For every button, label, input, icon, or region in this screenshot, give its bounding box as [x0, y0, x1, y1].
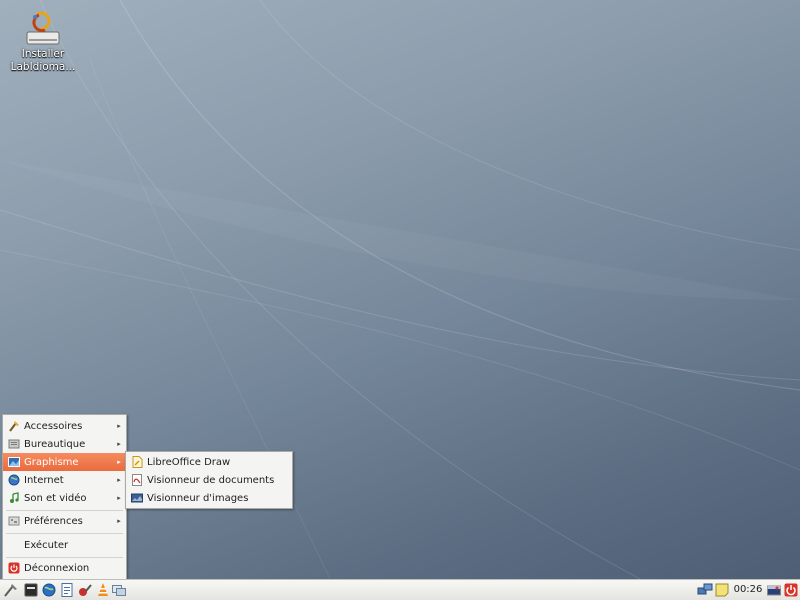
installer-icon [23, 8, 63, 48]
notes-icon[interactable] [714, 582, 730, 598]
office-icon [8, 438, 20, 450]
menu-icon[interactable] [3, 582, 19, 598]
menu-item-label: Accessoires [24, 420, 83, 432]
text-editor-icon[interactable] [59, 582, 75, 598]
network-icon[interactable] [697, 582, 713, 598]
browser-globe-icon[interactable] [41, 582, 57, 598]
application-menu: Accessoires ▸ Bureautique ▸ Graphisme ▸ … [2, 414, 127, 580]
clock[interactable]: 00:26 [731, 583, 765, 597]
internet-globe-icon [8, 474, 20, 486]
submenu-arrow-icon: ▸ [117, 458, 121, 466]
document-viewer-icon [131, 474, 143, 486]
menu-item-label: LibreOffice Draw [147, 456, 231, 468]
libreoffice-draw-icon [131, 456, 143, 468]
graphics-icon [8, 456, 20, 468]
keyboard-flag-icon[interactable] [766, 582, 782, 598]
menu-item-label: Préférences [24, 515, 83, 527]
submenu-item-document-viewer[interactable]: Visionneur de documents [126, 471, 292, 489]
power-icon[interactable] [783, 582, 799, 598]
submenu-arrow-icon: ▸ [117, 476, 121, 484]
submenu-arrow-icon: ▸ [117, 517, 121, 525]
image-viewer-icon [131, 492, 143, 504]
desktop-icon-label-line2: LabIdioma... [10, 61, 76, 73]
menu-item-accessoires[interactable]: Accessoires ▸ [3, 417, 126, 435]
desktop-icon-label-line1: Installer [21, 48, 65, 60]
menu-separator [6, 533, 123, 534]
menu-item-label: Exécuter [24, 539, 69, 551]
desktop-icon-installer[interactable]: Installer LabIdioma... [6, 8, 80, 74]
submenu-item-libreoffice-draw[interactable]: LibreOffice Draw [126, 453, 292, 471]
window-switcher-icon[interactable] [111, 582, 127, 598]
menu-item-deconnexion[interactable]: Déconnexion [3, 559, 126, 577]
media-icon[interactable] [77, 582, 93, 598]
menu-item-executer[interactable]: Exécuter [3, 536, 126, 554]
terminal-icon[interactable] [23, 582, 39, 598]
menu-item-label: Internet [24, 474, 64, 486]
run-placeholder-icon [8, 539, 20, 551]
menu-item-label: Son et vidéo [24, 492, 87, 504]
logout-icon [8, 562, 20, 574]
menu-item-label: Graphisme [24, 456, 79, 468]
taskbar: 00:26 [0, 579, 800, 600]
menu-item-label: Déconnexion [24, 562, 90, 574]
menu-item-graphisme[interactable]: Graphisme ▸ [3, 453, 126, 471]
menu-separator [6, 557, 123, 558]
menu-item-internet[interactable]: Internet ▸ [3, 471, 126, 489]
menu-item-preferences[interactable]: Préférences ▸ [3, 512, 126, 530]
menu-item-label: Visionneur d'images [147, 492, 249, 504]
vlc-cone-icon[interactable] [95, 582, 111, 598]
accessories-icon [8, 420, 20, 432]
submenu-arrow-icon: ▸ [117, 440, 121, 448]
menu-separator [6, 510, 123, 511]
menu-item-label: Bureautique [24, 438, 86, 450]
submenu-item-image-viewer[interactable]: Visionneur d'images [126, 489, 292, 507]
music-note-icon [8, 492, 20, 504]
menu-item-son-et-video[interactable]: Son et vidéo ▸ [3, 489, 126, 507]
submenu-arrow-icon: ▸ [117, 494, 121, 502]
preferences-icon [8, 515, 20, 527]
submenu-arrow-icon: ▸ [117, 422, 121, 430]
graphics-submenu: LibreOffice Draw Visionneur de documents… [125, 451, 293, 509]
menu-item-label: Visionneur de documents [147, 474, 275, 486]
menu-item-bureautique[interactable]: Bureautique ▸ [3, 435, 126, 453]
